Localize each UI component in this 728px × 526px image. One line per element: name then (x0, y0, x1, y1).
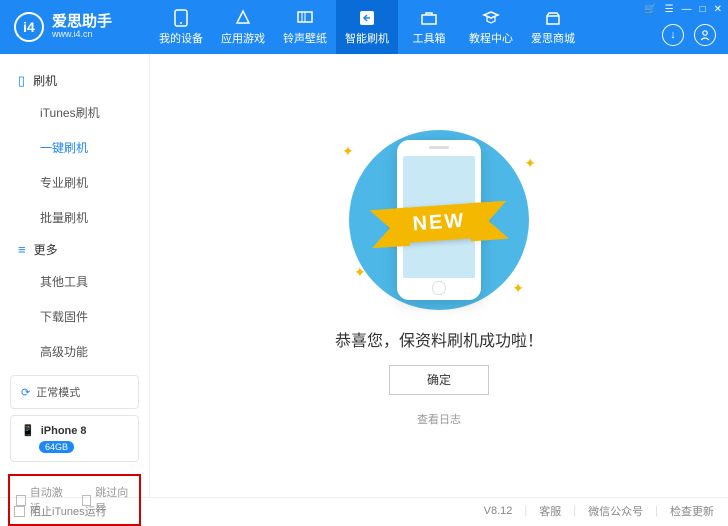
device-icon: 📱 (21, 424, 35, 437)
phone-icon: ▯ (18, 73, 25, 89)
nav-toolbox[interactable]: 工具箱 (398, 0, 460, 54)
logo-area: i4 爱思助手 www.i4.cn (0, 12, 150, 42)
sidebar: ▯刷机 iTunes刷机 一键刷机 专业刷机 批量刷机 ≡更多 其他工具 下载固… (0, 54, 150, 497)
logo-icon: i4 (14, 12, 44, 42)
main-content: NEW ✦✦✦✦ 恭喜您，保资料刷机成功啦！ 确定 查看日志 (150, 54, 728, 497)
view-log-link[interactable]: 查看日志 (417, 411, 461, 427)
sidebar-item-advanced[interactable]: 高级功能 (0, 334, 149, 369)
success-message: 恭喜您，保资料刷机成功啦！ (335, 327, 543, 351)
app-title: 爱思助手 (52, 14, 112, 29)
top-nav: 我的设备 应用游戏 铃声壁纸 智能刷机 工具箱 教程中心 爱思商城 (150, 0, 584, 54)
refresh-icon: ⟳ (21, 386, 30, 399)
toolbox-icon (420, 9, 438, 27)
success-illustration: NEW ✦✦✦✦ (324, 125, 554, 315)
device-icon (172, 9, 190, 27)
close-icon[interactable]: ✕ (714, 4, 722, 15)
download-button[interactable]: ↓ (662, 24, 684, 46)
update-link[interactable]: 检查更新 (670, 503, 714, 519)
version-label: V8.12 (484, 505, 513, 517)
nav-flash[interactable]: 智能刷机 (336, 0, 398, 54)
support-link[interactable]: 客服 (539, 503, 561, 519)
nav-apps[interactable]: 应用游戏 (212, 0, 274, 54)
store-icon (544, 9, 562, 27)
sidebar-item-pro[interactable]: 专业刷机 (0, 165, 149, 200)
mode-selector[interactable]: ⟳正常模式 (10, 375, 139, 409)
nav-ringtones[interactable]: 铃声壁纸 (274, 0, 336, 54)
block-itunes-checkbox[interactable]: 阻止iTunes运行 (14, 503, 107, 519)
nav-store[interactable]: 爱思商城 (522, 0, 584, 54)
ringtone-icon (296, 9, 314, 27)
device-card[interactable]: 📱 iPhone 8 64GB (10, 415, 139, 462)
tutorial-icon (482, 9, 500, 27)
menu-icon[interactable]: ☰ (665, 4, 674, 15)
sidebar-group-more: ≡更多 (0, 235, 149, 264)
sidebar-item-batch[interactable]: 批量刷机 (0, 200, 149, 235)
nav-my-device[interactable]: 我的设备 (150, 0, 212, 54)
apps-icon (234, 9, 252, 27)
sidebar-item-other[interactable]: 其他工具 (0, 264, 149, 299)
new-ribbon: NEW (390, 202, 489, 244)
nav-tutorials[interactable]: 教程中心 (460, 0, 522, 54)
minimize-icon[interactable]: — (682, 4, 692, 15)
user-button[interactable] (694, 24, 716, 46)
sidebar-group-flash: ▯刷机 (0, 66, 149, 95)
app-header: i4 爱思助手 www.i4.cn 我的设备 应用游戏 铃声壁纸 智能刷机 工具… (0, 0, 728, 54)
wechat-link[interactable]: 微信公众号 (588, 503, 643, 519)
storage-badge: 64GB (39, 441, 74, 453)
window-controls: 🛒 ☰ — □ ✕ (644, 4, 722, 15)
ok-button[interactable]: 确定 (389, 365, 489, 395)
cart-icon[interactable]: 🛒 (644, 4, 656, 15)
sidebar-item-firmware[interactable]: 下载固件 (0, 299, 149, 334)
sidebar-item-oneclick[interactable]: 一键刷机 (0, 130, 149, 165)
more-icon: ≡ (18, 242, 26, 257)
sidebar-item-itunes[interactable]: iTunes刷机 (0, 95, 149, 130)
app-subtitle: www.i4.cn (52, 29, 112, 40)
device-name: iPhone 8 (41, 425, 87, 437)
flash-icon (358, 9, 376, 27)
maximize-icon[interactable]: □ (700, 4, 706, 15)
